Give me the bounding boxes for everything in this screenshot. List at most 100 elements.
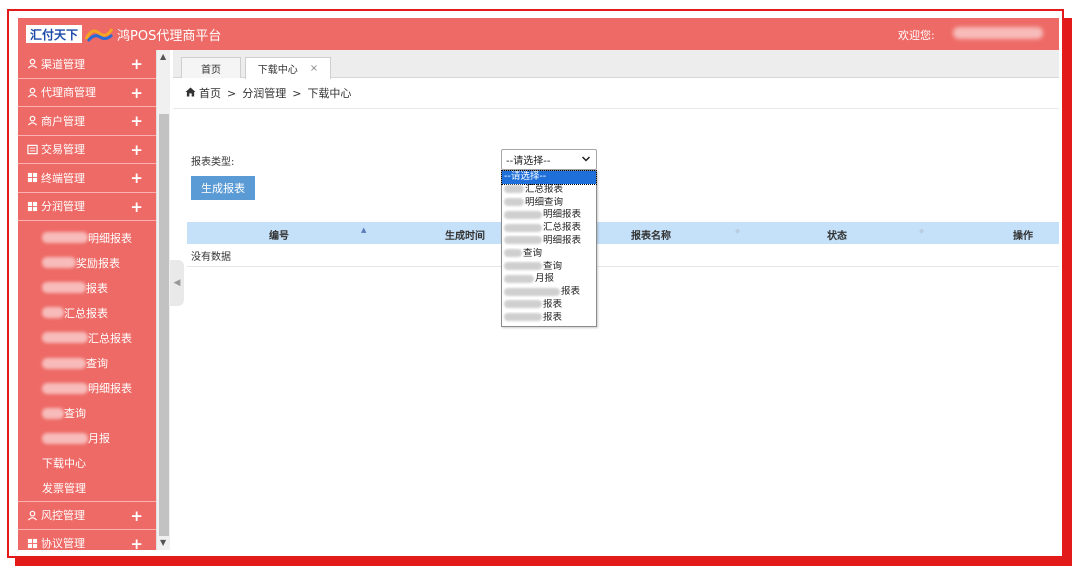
redacted-text xyxy=(42,282,86,294)
sort-asc-icon[interactable]: ▲ xyxy=(361,226,366,234)
submenu-item[interactable]: 查询 xyxy=(18,350,156,375)
tab-home[interactable]: 首页 xyxy=(181,57,241,78)
submenu-item[interactable]: 汇总报表 xyxy=(18,300,156,325)
dropdown-option[interactable]: 报表 xyxy=(502,299,596,312)
breadcrumb-divider xyxy=(173,108,1059,109)
submenu-item[interactable]: 奖励报表 xyxy=(18,250,156,275)
dropdown-option[interactable]: 月报 xyxy=(502,273,596,286)
col-id[interactable]: 编号 xyxy=(269,227,289,242)
dropdown-option[interactable]: 报表 xyxy=(502,312,596,325)
close-icon[interactable]: × xyxy=(310,63,318,74)
nav-profit-management[interactable]: 分润管理 + xyxy=(18,193,156,221)
breadcrumb: 首页 > 分润管理 > 下载中心 xyxy=(185,85,351,101)
report-type-select[interactable]: --请选择-- xyxy=(501,149,597,170)
nav-risk-management[interactable]: 风控管理 + xyxy=(18,501,156,530)
expand-plus-icon[interactable]: + xyxy=(130,535,143,550)
nav-transaction-management[interactable]: 交易管理 + xyxy=(18,136,156,164)
list-icon xyxy=(26,143,38,155)
chevron-down-icon xyxy=(581,152,591,169)
nav-merchant-management[interactable]: 商户管理 + xyxy=(18,107,156,136)
redacted-text xyxy=(42,307,64,319)
dropdown-option[interactable]: 报表 xyxy=(502,286,596,299)
submenu-download-center[interactable]: 下载中心 xyxy=(18,451,156,476)
scroll-up-icon[interactable]: ▲ xyxy=(160,52,166,61)
nav-label: 代理商管理 xyxy=(41,86,96,100)
col-created-time[interactable]: 生成时间 xyxy=(445,227,485,242)
nav-label: 协议管理 xyxy=(41,537,85,550)
dropdown-option[interactable]: 查询 xyxy=(502,261,596,274)
report-type-label: 报表类型: xyxy=(191,157,235,168)
redacted-text xyxy=(42,357,86,369)
dropdown-option[interactable]: 明细报表 xyxy=(502,209,596,222)
top-header: 汇付天下 鸿POS代理商平台 欢迎您: xyxy=(18,18,1059,50)
expand-plus-icon[interactable]: + xyxy=(130,169,143,187)
expand-plus-icon[interactable]: + xyxy=(130,507,143,525)
expand-plus-icon[interactable]: + xyxy=(130,84,143,102)
nav-label: 交易管理 xyxy=(41,143,85,157)
generate-report-button[interactable]: 生成报表 xyxy=(191,176,255,200)
col-actions: 操作 xyxy=(1013,231,1033,242)
tab-bar: 首页 下载中心 × xyxy=(173,50,1059,79)
expand-plus-icon[interactable]: + xyxy=(130,141,143,159)
home-icon xyxy=(185,86,196,100)
nav-terminal-management[interactable]: 终端管理 + xyxy=(18,164,156,193)
sort-icon[interactable]: ◆ xyxy=(919,227,924,235)
nav-agreement-management[interactable]: 协议管理 + xyxy=(18,530,156,550)
col-status[interactable]: 状态 xyxy=(827,227,847,242)
username-redacted xyxy=(953,27,1043,39)
report-type-dropdown-list[interactable]: --请选择-- 汇总报表 明细查询 明细报表 汇总报表 明细报表 查询 查询 月… xyxy=(501,170,597,327)
scroll-down-icon[interactable]: ▼ xyxy=(160,538,166,547)
user-icon xyxy=(26,58,38,70)
expand-plus-icon[interactable]: + xyxy=(130,55,143,73)
grid-icon xyxy=(26,537,38,549)
submenu-item[interactable]: 月报 xyxy=(18,426,156,451)
sidebar-scrollbar[interactable]: ▲ ▼ xyxy=(156,50,170,550)
nav-label: 终端管理 xyxy=(41,171,85,185)
submenu-item[interactable]: 汇总报表 xyxy=(18,325,156,350)
dropdown-option[interactable]: 汇总报表 xyxy=(502,222,596,235)
redacted-text xyxy=(42,257,76,269)
main-content: 首页 下载中心 × 首页 > 分润管理 > 下载中心 报表类型: --请选择-- xyxy=(173,50,1059,550)
chevron-left-icon: ◀ xyxy=(173,278,181,288)
submenu-item[interactable]: 明细报表 xyxy=(18,376,156,401)
tab-download-center[interactable]: 下载中心 × xyxy=(245,57,331,79)
nav-label: 渠道管理 xyxy=(41,57,85,71)
brand-logo-icon xyxy=(84,25,114,43)
submenu-invoice-management[interactable]: 发票管理 xyxy=(18,476,156,501)
dropdown-option[interactable]: 明细报表 xyxy=(502,235,596,248)
dropdown-option[interactable]: 汇总报表 xyxy=(502,184,596,197)
collapse-plus-icon[interactable]: + xyxy=(130,198,143,216)
nav-channel-management[interactable]: 渠道管理 + xyxy=(18,50,156,79)
dropdown-option[interactable]: --请选择-- xyxy=(501,170,597,185)
redacted-text xyxy=(42,382,88,394)
expand-plus-icon[interactable]: + xyxy=(130,112,143,130)
user-icon xyxy=(26,86,38,98)
redacted-text xyxy=(42,332,88,344)
submenu-item[interactable]: 查询 xyxy=(18,401,156,426)
table-header: 编号 ▲ 生成时间 报表名称 ◆ 状态 ◆ 操作 xyxy=(187,222,1059,244)
sidebar: 渠道管理 + 代理商管理 + 商户管理 + 交易管理 + 终端管理 + 分润管理… xyxy=(18,50,156,550)
dropdown-option[interactable]: 查询 xyxy=(502,248,596,261)
sort-icon[interactable]: ◆ xyxy=(735,227,740,235)
dropdown-option[interactable]: 明细查询 xyxy=(502,197,596,210)
breadcrumb-profit[interactable]: 分润管理 xyxy=(242,85,286,101)
submenu-item[interactable]: 明细报表 xyxy=(18,225,156,250)
nav-label: 风控管理 xyxy=(41,509,85,523)
brand: 汇付天下 鸿POS代理商平台 xyxy=(26,24,221,44)
col-report-name[interactable]: 报表名称 xyxy=(631,227,671,242)
breadcrumb-separator: > xyxy=(292,86,302,100)
scrollbar-thumb[interactable] xyxy=(159,114,169,536)
breadcrumb-home[interactable]: 首页 xyxy=(199,85,221,101)
nav-agent-management[interactable]: 代理商管理 + xyxy=(18,79,156,107)
redacted-text xyxy=(42,432,88,444)
app-window: 汇付天下 鸿POS代理商平台 欢迎您: 渠道管理 + 代理商管理 + 商户管理 … xyxy=(18,18,1059,550)
submenu-item[interactable]: 报表 xyxy=(18,275,156,300)
table-empty-row: 没有数据 xyxy=(187,244,1059,267)
user-icon xyxy=(26,115,38,127)
grid-icon xyxy=(26,172,38,184)
sidebar-collapse-handle[interactable]: ◀ xyxy=(170,260,184,306)
user-icon xyxy=(26,509,38,521)
breadcrumb-current: 下载中心 xyxy=(307,87,352,100)
breadcrumb-separator: > xyxy=(227,86,237,100)
redacted-text xyxy=(42,232,88,244)
